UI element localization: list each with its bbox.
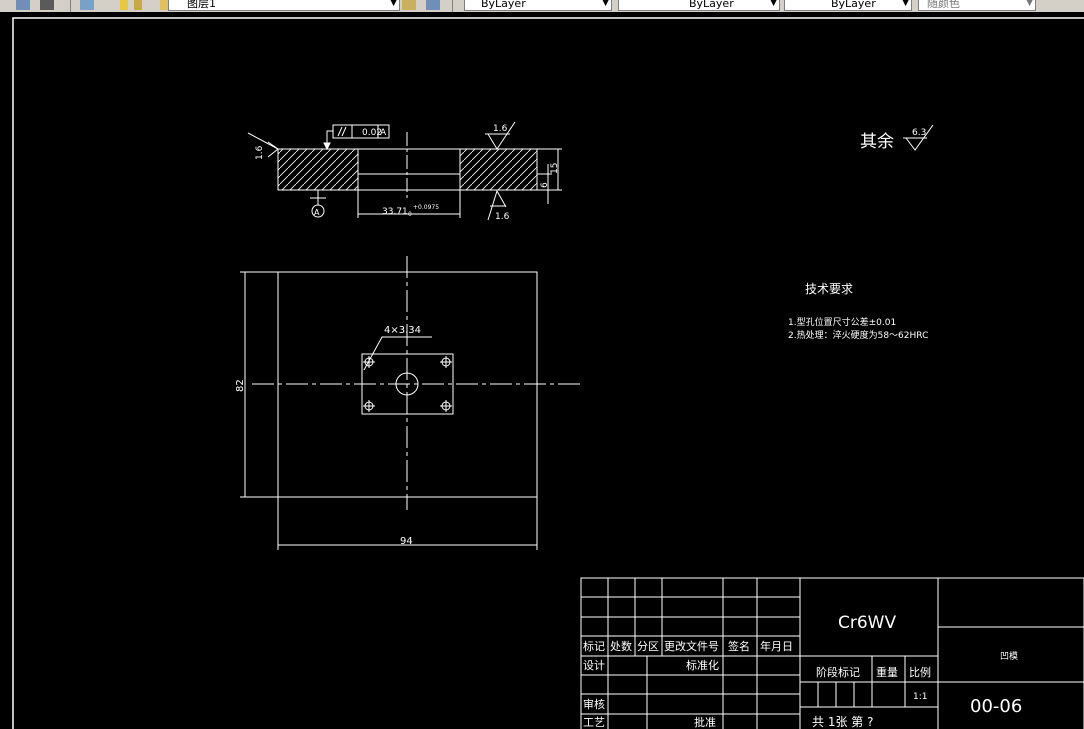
linetype-dropdown-value: ByLayer [689, 0, 734, 10]
toolbar: 图层1 ▼ ByLayer ▼ ByLayer ▼ ByLayer ▼ 随颜色 … [0, 0, 1084, 12]
roughness-left: 1.6 [255, 145, 265, 160]
tb-process: 工艺 [583, 716, 605, 729]
dim-bore-tol-lower: 0 [408, 211, 412, 218]
roughness-rest-label: 其余 [860, 132, 894, 152]
sun-icon[interactable] [134, 0, 142, 10]
toolbar-separator [452, 0, 453, 12]
plan-view [240, 256, 582, 550]
roughness-top: 1.6 [493, 124, 508, 134]
tb-sheets: 共 1张 第 ? [812, 715, 873, 729]
tech-requirements: 技术要求 1.型孔位置尺寸公差±0.01 2.热处理：淬火硬度为58～62HRC [788, 282, 928, 341]
make-current-icon[interactable] [402, 0, 416, 10]
layer-dropdown[interactable]: 图层1 ▼ [168, 0, 400, 11]
tech-req-title: 技术要求 [805, 282, 853, 296]
roughness-rest: 其余 6.3 [860, 124, 934, 152]
chevron-down-icon: ▼ [602, 0, 609, 8]
tb-weight: 重量 [876, 665, 898, 679]
chevron-down-icon: ▼ [770, 0, 777, 8]
drawing-border [12, 17, 1084, 729]
tb-stage-mark: 阶段标记 [816, 665, 860, 679]
layer-match-icon[interactable] [426, 0, 440, 10]
datum-label: A [314, 208, 320, 217]
plotstyle-dropdown-value: 随颜色 [927, 0, 960, 10]
layer-manager-icon[interactable] [16, 0, 30, 10]
linetype-dropdown[interactable]: ByLayer ▼ [618, 0, 780, 11]
dim-bore-tol-upper: +0.0975 [413, 204, 439, 211]
tb-drawing-number: 00-06 [970, 696, 1022, 717]
tb-standardization: 标准化 [686, 658, 719, 672]
lineweight-dropdown-value: ByLayer [831, 0, 876, 10]
layer-states-icon[interactable] [80, 0, 94, 10]
chevron-down-icon: ▼ [902, 0, 909, 8]
tb-design: 设计 [583, 659, 605, 672]
section-left-hatch [277, 148, 359, 191]
tb-header: 签名 [728, 639, 750, 653]
chevron-down-icon: ▼ [1026, 0, 1033, 8]
toolbar-separator [70, 0, 71, 12]
tb-review: 审核 [583, 697, 605, 711]
dim-plate-height: 82 [235, 379, 246, 392]
tb-header: 年月日 [760, 639, 793, 653]
hole-callout: 4×3.34 [384, 325, 421, 336]
tb-header: 分区 [637, 640, 659, 653]
layer-dropdown-value: 图层1 [187, 0, 216, 10]
flatness-datum: A [380, 128, 387, 138]
layer-previous-icon[interactable] [40, 0, 54, 10]
tb-scale-value: 1:1 [913, 692, 927, 702]
color-dropdown-value: ByLayer [481, 0, 526, 10]
tech-req-item: 1.型孔位置尺寸公差±0.01 [788, 316, 896, 328]
dim-height-total: 15 [550, 163, 560, 174]
section-view [247, 121, 562, 221]
roughness-rest-value: 6.3 [912, 128, 926, 138]
tb-material: Cr6WV [838, 613, 896, 633]
dim-bore: 33.71 [382, 207, 408, 217]
color-dropdown[interactable]: ByLayer ▼ [464, 0, 612, 11]
drawing-canvas[interactable]: 0.02 A A 1.6 1.6 1.6 33.71 +0.0975 0 15 … [0, 12, 1084, 729]
tb-header: 更改文件号 [664, 639, 719, 653]
chevron-down-icon: ▼ [390, 0, 397, 8]
tb-part-name: 凹模 [1000, 651, 1018, 662]
lineweight-dropdown[interactable]: ByLayer ▼ [784, 0, 912, 11]
tb-approve: 批准 [694, 715, 716, 729]
dim-height-step: 6 [540, 182, 550, 188]
tb-scale-label: 比例 [909, 665, 931, 679]
dim-plate-width: 94 [400, 536, 413, 547]
roughness-bottom: 1.6 [495, 212, 510, 222]
tb-header: 标记 [583, 639, 605, 653]
lightbulb-icon[interactable] [120, 0, 128, 10]
section-right-hatch [459, 148, 538, 191]
tb-header: 处数 [610, 640, 632, 653]
tech-req-item: 2.热处理：淬火硬度为58～62HRC [788, 329, 928, 341]
plotstyle-dropdown[interactable]: 随颜色 ▼ [918, 0, 1036, 11]
